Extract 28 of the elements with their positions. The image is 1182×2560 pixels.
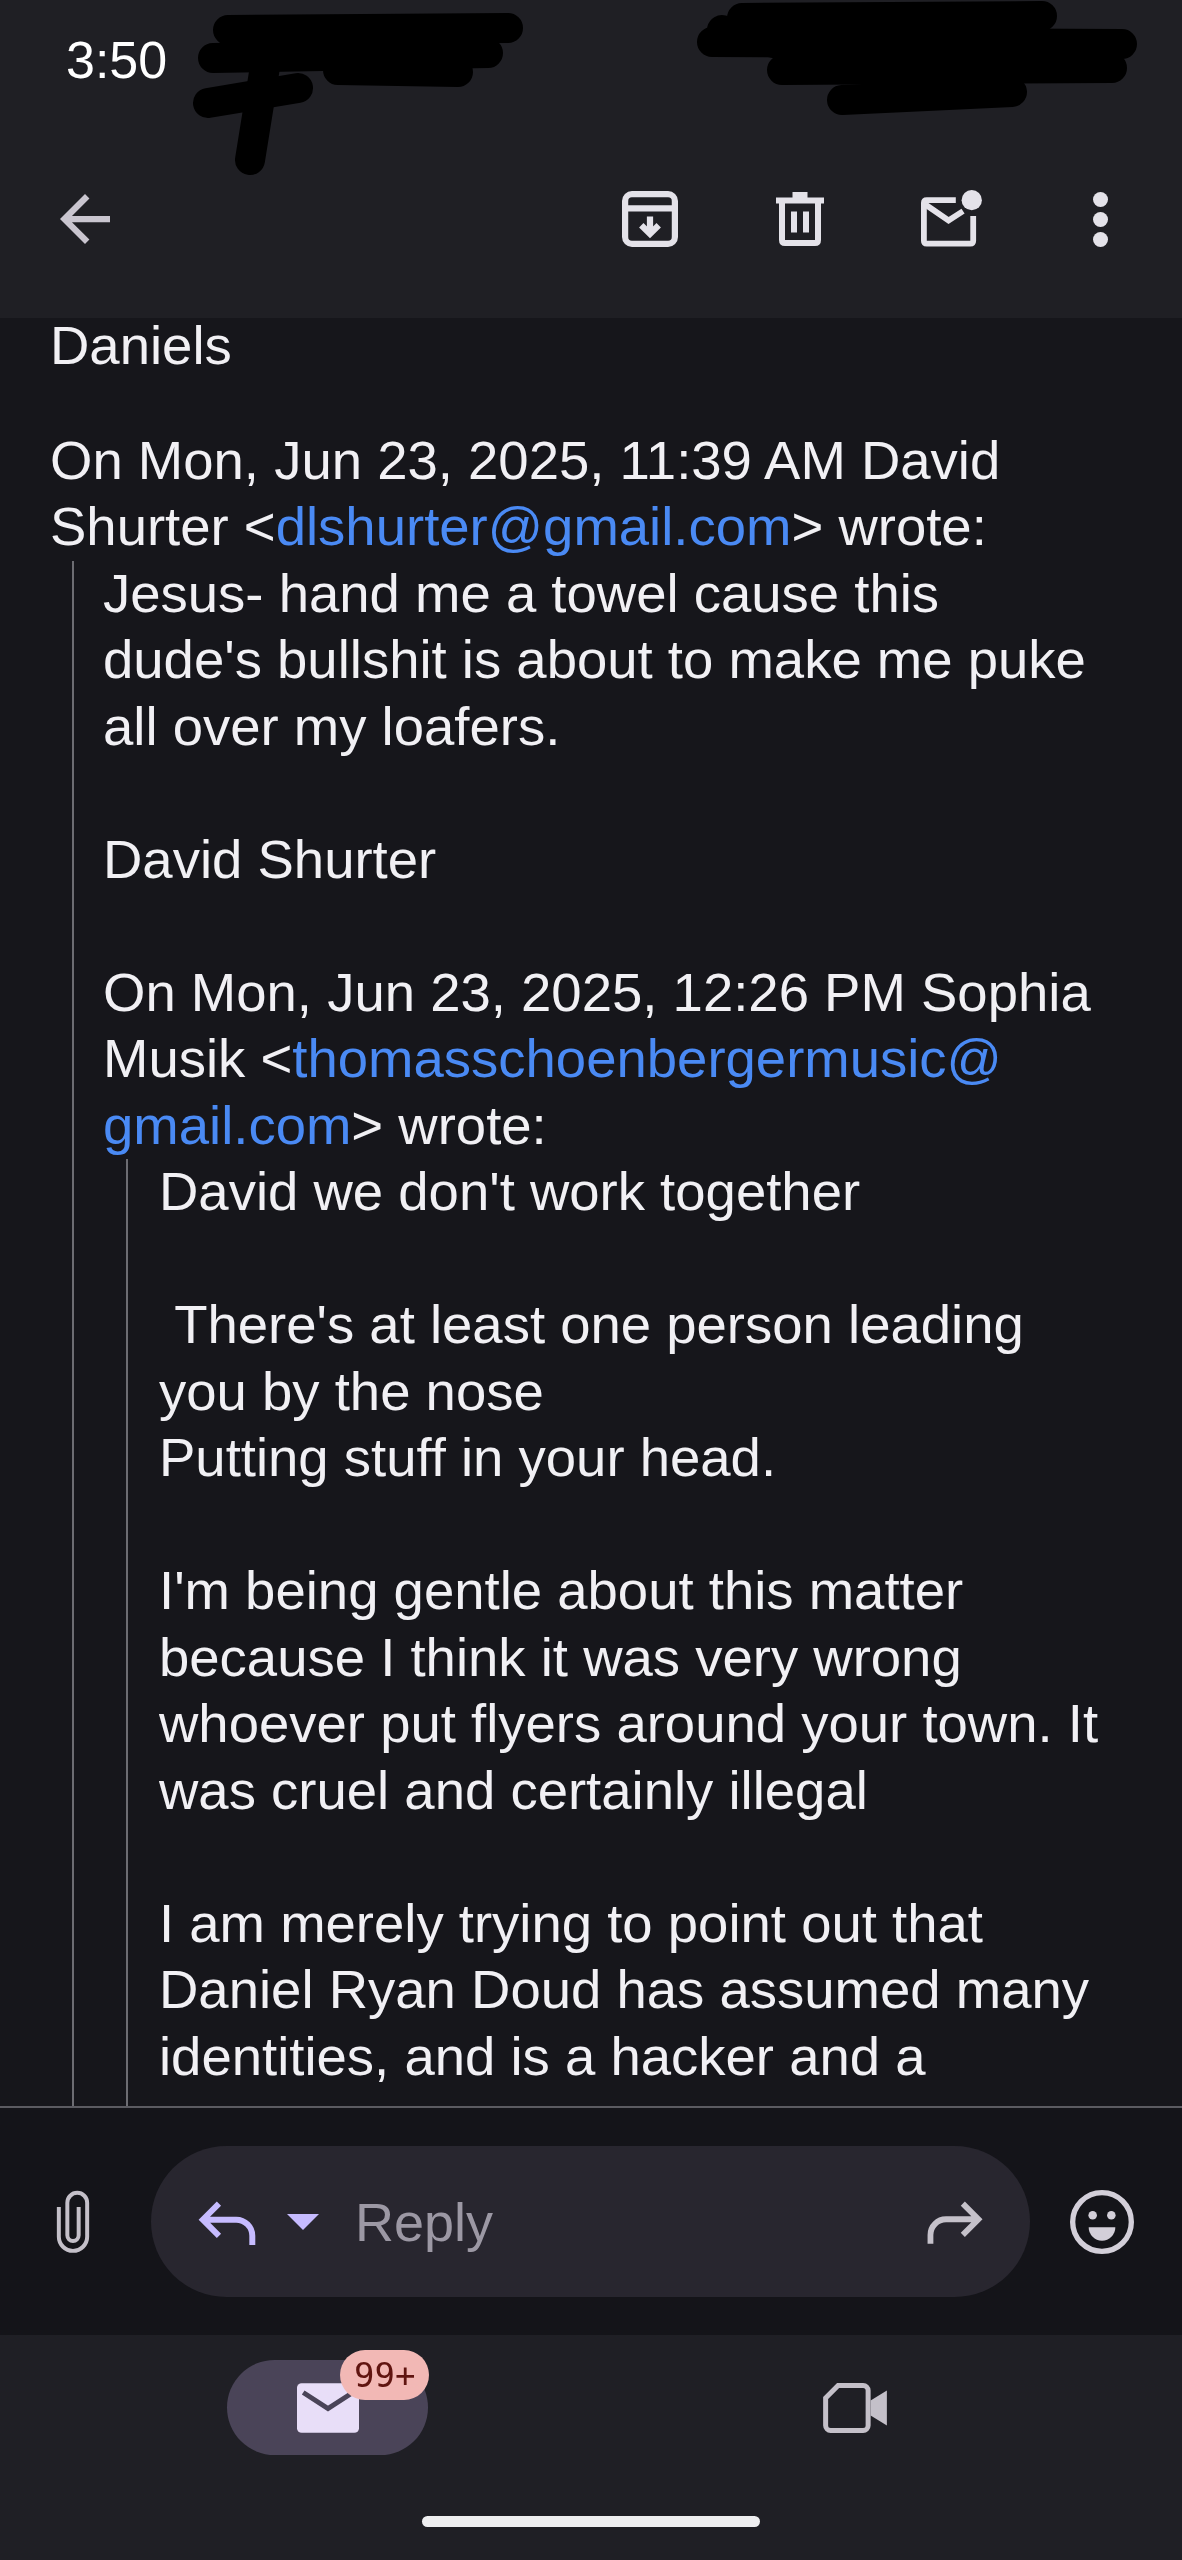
quote-attribution: On Mon, Jun 23, 2025, 12:26 PM Sophia Musik <thomasschoenbergermusic@ gmail.com> wrote: [103,960,1092,1158]
status-time: 3:50 [66,30,168,90]
smiley-icon [1070,2189,1134,2254]
message-text: Daniels [50,320,233,372]
quoted-text: Jesus- hand me a towel cause this dude's bullshit is about to make me puke all over my loafers. [103,561,1087,759]
email-link[interactable]: thomasschoenbergermusic@ [292,1028,1002,1089]
forward-button[interactable] [926,2199,984,2244]
envelope-dot-icon [918,190,982,248]
more-icon [1092,191,1108,247]
caret-icon [287,2213,319,2230]
email-link[interactable]: gmail.com [103,1094,352,1156]
archive-icon [622,191,678,247]
emoji-button[interactable] [1070,2189,1134,2254]
unread-count-badge: 99+ [340,2350,430,2400]
trash-icon [776,192,824,246]
forward-arrow-icon [926,2199,984,2244]
reply-bar[interactable]: Reply [151,2146,1030,2297]
quoted-text: David we don't work together [159,1160,862,1224]
paperclip-icon [56,2189,90,2254]
quoted-text: I'm being gentle about this matter because I think it was very wrong whoever put flyers around your town. It was cruel and certainly illegal [159,1559,1100,1823]
arrow-left-icon [60,194,110,244]
quoted-text: David Shurter [103,827,438,892]
quoted-text: I am merely trying to point out that Daniel Ryan Doud has assumed many identities, and is a hacker and a [159,1891,1090,2089]
reply-field[interactable]: Reply [355,2183,906,2260]
quoted-text: There's at least one person leading you by the nose Putting stuff in your head. [159,1293,1025,1490]
email-link[interactable]: dlshurter@gmail.com [275,496,792,557]
video-camera-icon [822,2382,887,2433]
quote-attribution: On Mon, Jun 23, 2025, 11:39 AM David Shurter <dlshurter@gmail.com> wrote: [50,428,1002,559]
